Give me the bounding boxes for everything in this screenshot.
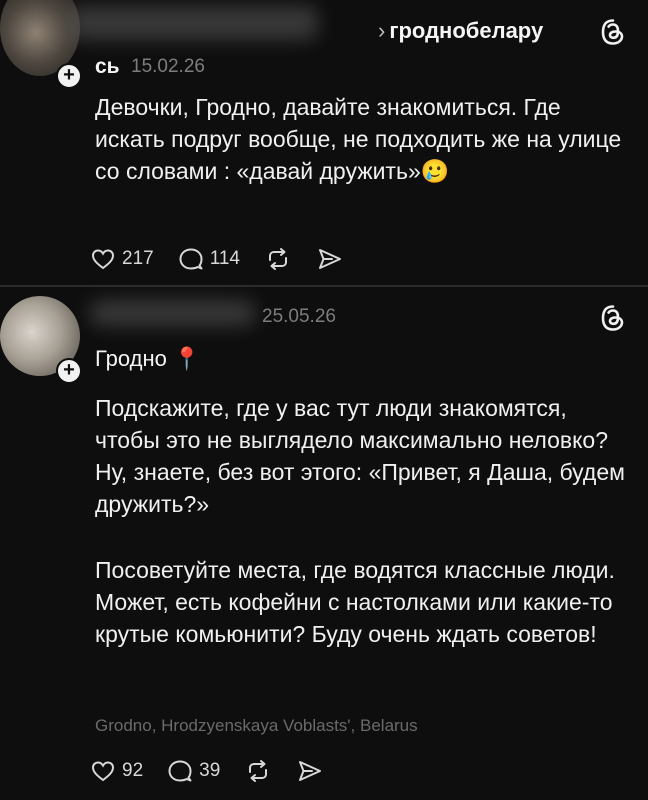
like-button[interactable]: 217: [90, 247, 154, 271]
heart-icon: [91, 249, 115, 270]
community-name: гроднобелару: [389, 18, 544, 43]
send-icon: [299, 761, 322, 781]
comment-button[interactable]: 39: [167, 758, 220, 784]
comment-icon: [168, 760, 192, 782]
blurred-username: [68, 6, 318, 40]
like-button[interactable]: 92: [90, 759, 143, 783]
post-paragraph: Посоветуйте места, где водятся классные …: [95, 557, 615, 647]
like-count: 217: [122, 248, 154, 269]
comment-count: 39: [199, 760, 221, 781]
comment-button[interactable]: 114: [178, 246, 240, 272]
community-breadcrumb[interactable]: › гроднобелару: [378, 18, 543, 44]
comment-count: 114: [209, 248, 240, 269]
follow-plus-icon[interactable]: +: [56, 358, 82, 384]
post-date: 15.02.26: [131, 56, 205, 77]
share-button[interactable]: [296, 758, 324, 784]
post-2: + 25.05.26 Гродно 📍 Подскажите, где у ва…: [0, 288, 648, 800]
repost-icon: [249, 760, 268, 782]
post-divider: [0, 285, 648, 287]
post-text: Девочки, Гродно, давайте знакомиться. Гд…: [95, 94, 622, 184]
post-paragraph: Подскажите, где у вас тут люди знакомятс…: [95, 395, 625, 517]
post-date: 25.05.26: [262, 306, 336, 327]
share-button[interactable]: [316, 246, 344, 272]
author-name-suffix: сь: [95, 55, 120, 78]
repost-button[interactable]: [244, 758, 272, 784]
comment-icon: [179, 248, 203, 270]
repost-icon: [269, 248, 287, 270]
action-bar: 217 114: [90, 246, 368, 272]
blurred-username: [90, 300, 255, 326]
topic-tag[interactable]: Гродно 📍: [95, 346, 200, 372]
repost-button[interactable]: [264, 246, 292, 272]
follow-plus-icon[interactable]: +: [56, 63, 82, 89]
threads-logo-icon[interactable]: [600, 304, 626, 332]
threads-logo-icon[interactable]: [600, 18, 626, 46]
heart-icon: [91, 761, 115, 782]
like-count: 92: [122, 760, 144, 781]
action-bar: 92 39: [90, 758, 348, 784]
send-icon: [319, 249, 341, 269]
chevron-right-icon: ›: [378, 18, 386, 43]
post-1: + › гроднобелару сь 15.02.26 Девочки, Гро…: [0, 0, 648, 285]
location-label[interactable]: Grodno, Hrodzyenskaya Voblasts', Belarus: [95, 716, 418, 736]
